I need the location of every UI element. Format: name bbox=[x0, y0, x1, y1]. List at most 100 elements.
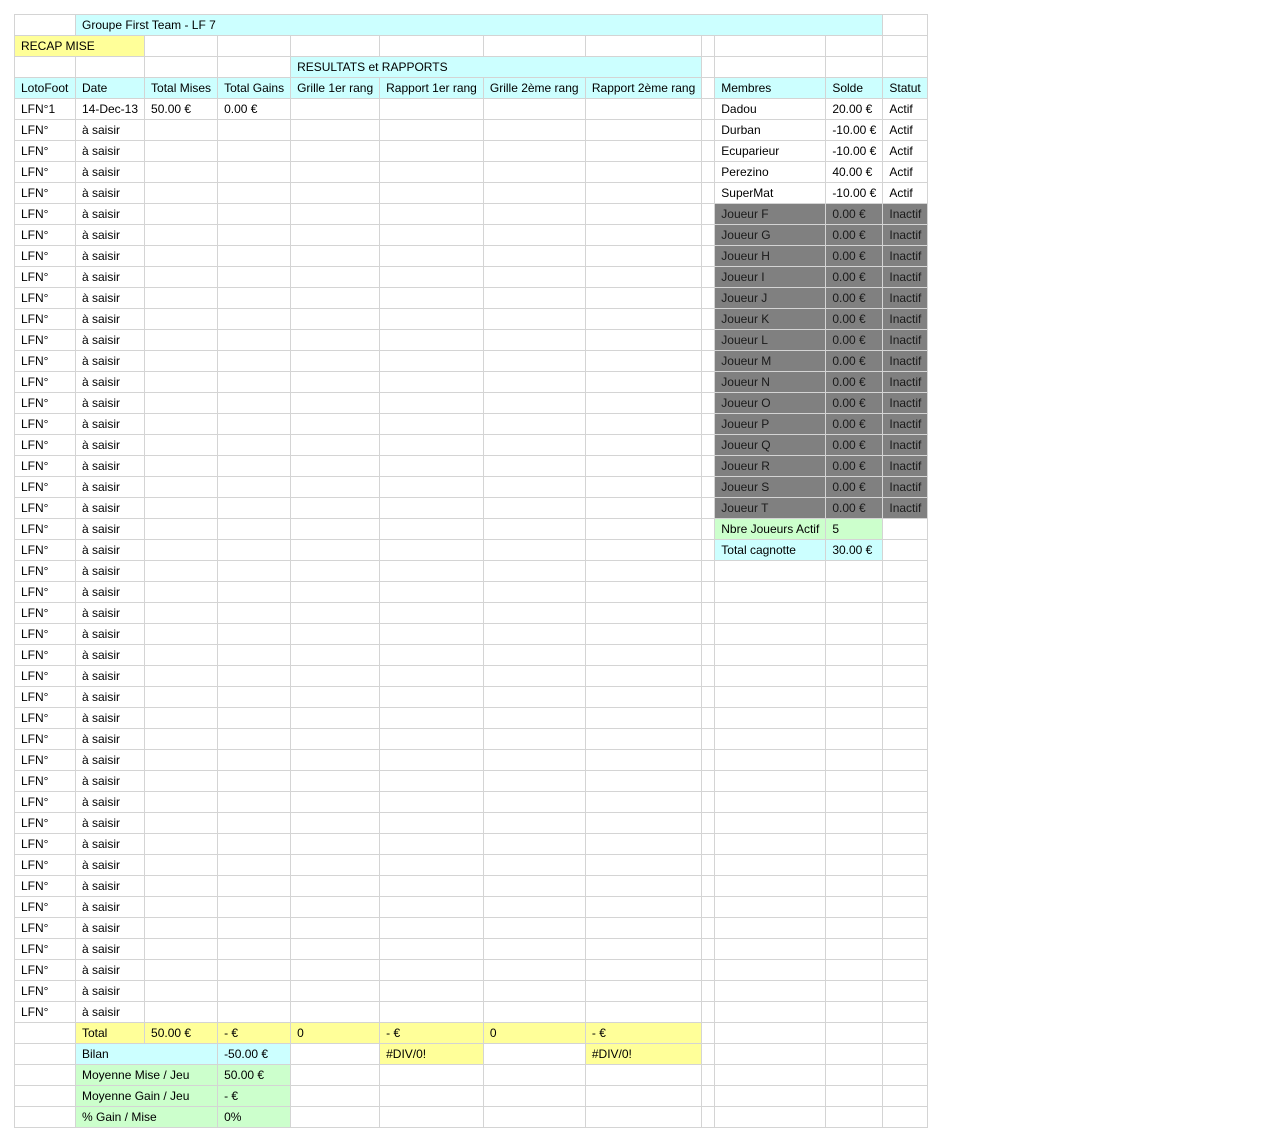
empty-cell[interactable] bbox=[825, 1001, 884, 1023]
column-header[interactable]: Total Gains bbox=[217, 77, 292, 99]
member-statut-cell[interactable]: Inactif bbox=[882, 287, 929, 309]
column-header[interactable]: LotoFoot bbox=[14, 77, 76, 99]
value-cell[interactable] bbox=[379, 623, 484, 645]
member-solde-cell[interactable]: -10.00 € bbox=[825, 140, 884, 162]
empty-cell[interactable] bbox=[701, 413, 716, 435]
lotofoot-id-cell[interactable]: LFN° bbox=[14, 539, 76, 561]
empty-cell[interactable] bbox=[701, 434, 716, 456]
value-cell[interactable] bbox=[584, 917, 703, 939]
value-cell[interactable] bbox=[584, 245, 703, 267]
value-cell[interactable] bbox=[584, 455, 703, 477]
value-cell[interactable] bbox=[584, 686, 703, 708]
value-cell[interactable] bbox=[584, 329, 703, 351]
value-cell[interactable] bbox=[217, 959, 292, 981]
empty-cell[interactable] bbox=[825, 791, 884, 813]
member-name-cell[interactable]: Joueur H bbox=[714, 245, 827, 267]
date-cell[interactable]: à saisir bbox=[74, 581, 146, 603]
value-cell[interactable] bbox=[217, 1001, 292, 1023]
lotofoot-id-cell[interactable]: LFN° bbox=[14, 245, 76, 267]
value-cell[interactable] bbox=[217, 161, 292, 183]
value-cell[interactable] bbox=[144, 602, 219, 624]
empty-cell[interactable] bbox=[882, 896, 929, 918]
value-cell[interactable] bbox=[482, 560, 586, 582]
empty-cell[interactable] bbox=[14, 1106, 76, 1128]
empty-cell[interactable] bbox=[714, 749, 827, 771]
empty-cell[interactable] bbox=[701, 812, 716, 834]
value-cell[interactable] bbox=[217, 119, 292, 141]
empty-cell[interactable] bbox=[714, 35, 827, 57]
date-cell[interactable]: à saisir bbox=[74, 539, 146, 561]
stat-value[interactable]: 50.00 € bbox=[217, 1064, 292, 1086]
value-cell[interactable] bbox=[379, 245, 484, 267]
value-cell[interactable] bbox=[584, 392, 703, 414]
empty-cell[interactable] bbox=[882, 770, 929, 792]
value-cell[interactable] bbox=[144, 623, 219, 645]
empty-cell[interactable] bbox=[825, 35, 884, 57]
empty-cell[interactable] bbox=[482, 1106, 586, 1128]
total-cell[interactable]: 0 bbox=[482, 1022, 586, 1044]
value-cell[interactable] bbox=[290, 560, 381, 582]
member-statut-cell[interactable]: Inactif bbox=[882, 308, 929, 330]
date-cell[interactable]: à saisir bbox=[74, 350, 146, 372]
empty-cell[interactable] bbox=[701, 518, 716, 540]
value-cell[interactable] bbox=[144, 413, 219, 435]
recap-mise-label[interactable]: RECAP MISE bbox=[13, 35, 146, 57]
empty-cell[interactable] bbox=[701, 119, 716, 141]
value-cell[interactable] bbox=[584, 959, 703, 981]
empty-cell[interactable] bbox=[825, 623, 884, 645]
value-cell[interactable] bbox=[379, 959, 484, 981]
value-cell[interactable] bbox=[217, 350, 292, 372]
value-cell[interactable] bbox=[379, 161, 484, 183]
lotofoot-id-cell[interactable]: LFN° bbox=[14, 287, 76, 309]
lotofoot-id-cell[interactable]: LFN°1 bbox=[14, 98, 76, 120]
value-cell[interactable] bbox=[379, 833, 484, 855]
empty-cell[interactable] bbox=[714, 1022, 827, 1044]
empty-cell[interactable] bbox=[882, 938, 929, 960]
value-cell[interactable] bbox=[144, 581, 219, 603]
lotofoot-id-cell[interactable]: LFN° bbox=[14, 497, 76, 519]
empty-cell[interactable] bbox=[714, 791, 827, 813]
value-cell[interactable] bbox=[379, 854, 484, 876]
empty-cell[interactable] bbox=[701, 35, 716, 57]
empty-cell[interactable] bbox=[701, 392, 716, 414]
member-solde-cell[interactable]: 20.00 € bbox=[825, 98, 884, 120]
value-cell[interactable] bbox=[482, 728, 586, 750]
value-cell[interactable] bbox=[482, 623, 586, 645]
date-cell[interactable]: à saisir bbox=[74, 329, 146, 351]
member-name-cell[interactable]: Joueur M bbox=[714, 350, 827, 372]
empty-cell[interactable] bbox=[882, 644, 929, 666]
value-cell[interactable] bbox=[482, 413, 586, 435]
date-cell[interactable]: à saisir bbox=[74, 938, 146, 960]
member-statut-cell[interactable]: Actif bbox=[882, 161, 929, 183]
member-name-cell[interactable]: Joueur N bbox=[714, 371, 827, 393]
value-cell[interactable] bbox=[290, 203, 381, 225]
member-solde-cell[interactable]: 0.00 € bbox=[825, 266, 884, 288]
empty-cell[interactable] bbox=[714, 1001, 827, 1023]
member-name-cell[interactable]: Joueur R bbox=[714, 455, 827, 477]
value-cell[interactable] bbox=[482, 770, 586, 792]
value-cell[interactable] bbox=[290, 497, 381, 519]
empty-cell[interactable] bbox=[584, 1085, 703, 1107]
empty-cell[interactable] bbox=[701, 875, 716, 897]
value-cell[interactable] bbox=[482, 266, 586, 288]
value-cell[interactable] bbox=[290, 350, 381, 372]
member-solde-cell[interactable]: 0.00 € bbox=[825, 434, 884, 456]
member-solde-cell[interactable]: 0.00 € bbox=[825, 413, 884, 435]
empty-cell[interactable] bbox=[701, 476, 716, 498]
value-cell[interactable] bbox=[217, 623, 292, 645]
empty-cell[interactable] bbox=[825, 707, 884, 729]
value-cell[interactable] bbox=[217, 728, 292, 750]
value-cell[interactable] bbox=[584, 497, 703, 519]
empty-cell[interactable] bbox=[882, 875, 929, 897]
value-cell[interactable] bbox=[144, 476, 219, 498]
date-cell[interactable]: à saisir bbox=[74, 707, 146, 729]
value-cell[interactable] bbox=[144, 350, 219, 372]
value-cell[interactable] bbox=[290, 770, 381, 792]
value-cell[interactable] bbox=[482, 371, 586, 393]
value-cell[interactable] bbox=[379, 1001, 484, 1023]
member-solde-cell[interactable]: 0.00 € bbox=[825, 308, 884, 330]
empty-cell[interactable] bbox=[825, 1085, 884, 1107]
empty-cell[interactable] bbox=[714, 833, 827, 855]
empty-cell[interactable] bbox=[882, 581, 929, 603]
value-cell[interactable] bbox=[379, 476, 484, 498]
